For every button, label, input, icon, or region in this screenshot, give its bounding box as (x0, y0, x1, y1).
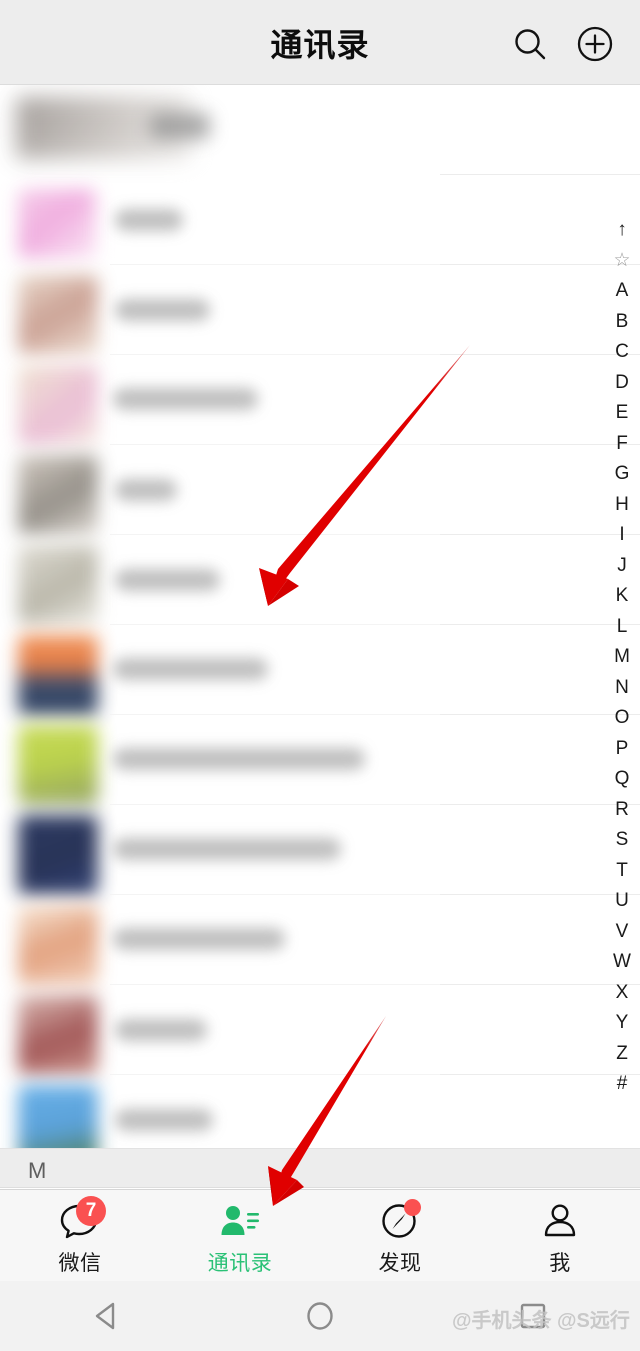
list-item[interactable] (0, 265, 640, 355)
index-item-f[interactable]: F (616, 429, 628, 460)
avatar (18, 995, 98, 1075)
contact-name (115, 1019, 207, 1041)
index-item-c[interactable]: C (615, 337, 629, 368)
avatar (18, 725, 98, 805)
status-badge: 7 (76, 1196, 106, 1226)
contact-name (113, 928, 285, 950)
index-item-o[interactable]: O (615, 703, 630, 734)
index-item-hash[interactable]: # (617, 1069, 628, 1100)
chat-bubble-icon: 7 (56, 1196, 106, 1244)
list-item[interactable] (0, 625, 640, 715)
index-item-d[interactable]: D (615, 368, 629, 399)
contact-name (115, 299, 210, 321)
list-item[interactable] (0, 895, 640, 985)
wechat-contacts-screen: 通讯录 ↑ ☆ A B C D E F G H I J K L M N O P … (0, 0, 640, 1351)
list-item[interactable] (0, 445, 640, 535)
avatar (18, 815, 98, 895)
index-item-e[interactable]: E (616, 398, 629, 429)
contact-name (150, 113, 210, 139)
tab-label-contacts: 通讯录 (207, 1252, 273, 1275)
contact-name (113, 658, 268, 680)
list-item[interactable] (0, 175, 640, 265)
index-item-x[interactable]: X (616, 978, 629, 1009)
index-item-z[interactable]: Z (616, 1039, 628, 1070)
index-item-s[interactable]: S (616, 825, 629, 856)
list-item[interactable] (0, 715, 640, 805)
index-item-k[interactable]: K (616, 581, 629, 612)
index-item-m[interactable]: M (614, 642, 630, 673)
index-item-up[interactable]: ↑ (617, 215, 627, 246)
list-item[interactable] (0, 85, 640, 175)
index-item-j[interactable]: J (617, 551, 627, 582)
contact-name (115, 1109, 213, 1131)
list-item[interactable] (0, 985, 640, 1075)
avatar (18, 189, 96, 259)
tab-contacts[interactable]: 通讯录 (160, 1190, 320, 1281)
search-icon[interactable] (512, 26, 548, 62)
index-item-y[interactable]: Y (616, 1008, 629, 1039)
home-circle-icon[interactable] (213, 1296, 426, 1336)
contact-list[interactable] (0, 85, 640, 1148)
index-item-w[interactable]: W (613, 947, 631, 978)
index-item-r[interactable]: R (615, 795, 629, 826)
avatar (18, 275, 98, 355)
plus-circle-icon[interactable] (577, 26, 613, 62)
index-item-l[interactable]: L (617, 612, 628, 643)
avatar (18, 905, 98, 985)
index-item-star[interactable]: ☆ (613, 246, 630, 277)
watermark: @手机头条 @S远行 (452, 1310, 630, 1332)
avatar (18, 635, 98, 715)
index-item-i[interactable]: I (619, 520, 624, 551)
back-triangle-icon[interactable] (0, 1296, 213, 1336)
bottom-tab-bar: 7 微信 通讯录 发现 我 (0, 1189, 640, 1281)
tab-label-discover: 发现 (378, 1252, 422, 1275)
list-item[interactable] (0, 1075, 640, 1148)
list-item[interactable] (0, 805, 640, 895)
index-item-g[interactable]: G (615, 459, 630, 490)
tab-discover[interactable]: 发现 (320, 1190, 480, 1281)
contacts-person-icon (216, 1200, 264, 1244)
app-header: 通讯录 (0, 0, 640, 85)
avatar (18, 365, 98, 445)
tab-label-me: 我 (549, 1252, 571, 1275)
index-item-t[interactable]: T (616, 856, 628, 887)
avatar (18, 545, 98, 625)
index-item-n[interactable]: N (615, 673, 629, 704)
index-item-b[interactable]: B (616, 307, 629, 338)
index-item-a[interactable]: A (616, 276, 629, 307)
contact-name (113, 388, 258, 410)
avatar (18, 1085, 98, 1148)
person-outline-icon (536, 1200, 584, 1244)
index-item-v[interactable]: V (616, 917, 629, 948)
avatar (18, 455, 98, 535)
compass-icon (376, 1199, 424, 1244)
tab-wechat[interactable]: 7 微信 (0, 1190, 160, 1281)
index-item-q[interactable]: Q (615, 764, 630, 795)
list-item[interactable] (0, 355, 640, 445)
index-item-u[interactable]: U (615, 886, 629, 917)
contact-name (115, 569, 220, 591)
contact-name (113, 748, 365, 770)
contact-name (115, 479, 177, 501)
index-item-h[interactable]: H (615, 490, 629, 521)
contact-name (113, 838, 341, 860)
section-header: M (0, 1148, 640, 1188)
status-badge-dot (404, 1199, 421, 1216)
tab-me[interactable]: 我 (480, 1190, 640, 1281)
section-header-letter: M (28, 1158, 47, 1183)
index-item-p[interactable]: P (616, 734, 629, 765)
contact-name (115, 209, 183, 231)
list-item[interactable] (0, 535, 640, 625)
tab-label-wechat: 微信 (58, 1252, 102, 1275)
alphabet-index-bar[interactable]: ↑ ☆ A B C D E F G H I J K L M N O P Q R … (604, 215, 640, 1100)
